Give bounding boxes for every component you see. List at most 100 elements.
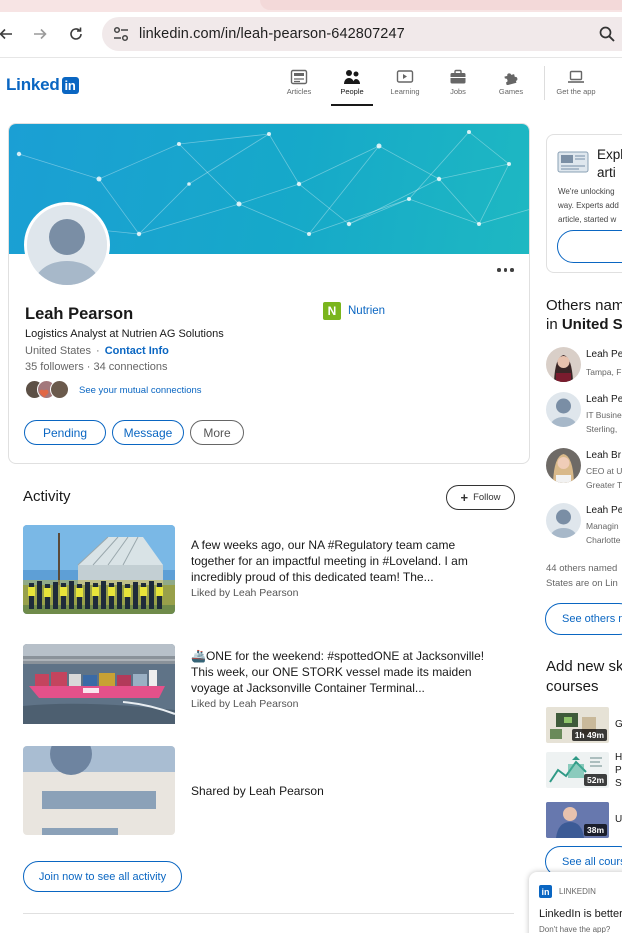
mutual-avatars: [25, 380, 77, 400]
person-card[interactable]: Leah Br CEO at U Greater T: [546, 448, 622, 490]
puzzle-icon: [504, 73, 518, 85]
nav-learning[interactable]: Learning: [377, 66, 433, 106]
others-note-line1: 44 others named: [546, 563, 618, 574]
course-thumbnail: 1h 49m: [546, 707, 609, 743]
course-duration: 1h 49m: [571, 729, 607, 741]
profile-card: Leah Pearson Logistics Analyst at Nutrie…: [8, 123, 530, 464]
active-tab-edge[interactable]: [260, 0, 622, 10]
article-illustration-icon: [557, 151, 589, 173]
current-company[interactable]: N Nutrien: [323, 302, 385, 320]
person-name: Leah Pe: [586, 349, 622, 360]
mutual-connections-link[interactable]: See your mutual connections: [79, 385, 202, 396]
nav-get-app[interactable]: Get the app: [548, 66, 604, 106]
browser-tab-strip: [0, 0, 622, 12]
more-actions-icon[interactable]: [497, 264, 517, 276]
tune-icon[interactable]: [112, 25, 130, 43]
nav-people[interactable]: People: [331, 66, 373, 106]
post-text[interactable]: A few weeks ago, our NA #Regulatory team…: [191, 537, 501, 585]
avatar: [546, 503, 581, 538]
laptop-icon: [568, 70, 584, 83]
team-photo-image: [23, 525, 175, 614]
ship-photo-image: [23, 644, 175, 724]
placeholder-image: [23, 746, 175, 835]
nav-articles[interactable]: Articles: [271, 66, 327, 106]
person-headline: IT Busine: [586, 410, 622, 420]
contact-info-link[interactable]: Contact Info: [105, 345, 169, 357]
articles-icon: [290, 69, 308, 85]
toast-subtext: Don't have the app?: [539, 925, 611, 933]
get-app-toast[interactable]: in LINKEDIN LinkedIn is better Don't hav…: [529, 872, 622, 933]
profile-location: United States: [25, 345, 92, 357]
heart-icon: [39, 389, 49, 398]
post-image-placeholder[interactable]: [23, 746, 175, 835]
linkedin-header: Linked in Articles People Learning Jobs G…: [0, 58, 622, 106]
linkedin-logo[interactable]: Linked in: [6, 75, 79, 95]
person-name: Leah Br: [586, 450, 622, 461]
post-liked-by: Liked by Leah Pearson: [191, 587, 299, 599]
browser-toolbar: linkedin.com/in/leah-pearson-642807247: [0, 12, 622, 58]
back-button[interactable]: [0, 22, 18, 46]
arrow-left-icon: [0, 28, 12, 40]
course-item[interactable]: 38m U: [546, 802, 622, 838]
post-image-ship[interactable]: [23, 644, 175, 733]
course-title: G: [615, 719, 622, 730]
more-button[interactable]: More: [190, 420, 244, 445]
logo-wordmark: Linked: [6, 75, 60, 94]
people-icon: [344, 70, 360, 84]
follower-count: 35 followers: [25, 361, 84, 373]
avatar: [546, 448, 581, 483]
nav-games[interactable]: Games: [483, 66, 539, 106]
profile-name: Leah Pearson: [25, 305, 134, 323]
courses-heading-line2: courses: [546, 678, 599, 695]
profile-headline: Logistics Analyst at Nutrien AG Solution…: [25, 328, 224, 340]
person-location: Sterling,: [586, 424, 618, 434]
arrow-right-icon: [34, 28, 47, 40]
course-item[interactable]: 1h 49m G: [546, 707, 622, 743]
explore-button[interactable]: [557, 230, 622, 263]
person-headline: CEO at U: [586, 466, 622, 476]
person-name: Leah Pe: [586, 505, 622, 516]
separator: ·: [96, 345, 100, 357]
see-others-button[interactable]: See others n: [545, 603, 622, 635]
company-name[interactable]: Nutrien: [348, 305, 385, 317]
follow-label: Follow: [473, 492, 501, 503]
magnifier-icon[interactable]: [598, 25, 616, 43]
nav-label: Games: [498, 87, 524, 96]
explore-articles-card: Expl arti We're unlocking way. Experts a…: [546, 134, 622, 273]
activity-heading: Activity: [23, 488, 71, 505]
join-now-button[interactable]: Join now to see all activity: [23, 861, 182, 892]
connection-count: 34 connections: [93, 361, 168, 373]
person-card[interactable]: Leah Pe Tampa, F: [546, 347, 622, 387]
avatar: [546, 347, 581, 382]
person-card[interactable]: Leah Pe Managin Charlotte: [546, 503, 622, 545]
nav-label: Learning: [390, 87, 420, 96]
courses-heading-line1: Add new sk: [546, 658, 622, 675]
others-heading-line1: Others nam: [546, 297, 622, 314]
address-bar[interactable]: linkedin.com/in/leah-pearson-642807247: [102, 17, 622, 51]
toast-message: LinkedIn is better: [539, 908, 622, 920]
person-location: Greater T: [586, 480, 622, 490]
others-named-heading: Others nam in United S: [546, 296, 622, 334]
course-duration: 52m: [583, 774, 607, 786]
profile-avatar[interactable]: [24, 202, 110, 288]
profile-followers-row: 35 followers · 34 connections: [25, 361, 168, 373]
reload-button[interactable]: [64, 22, 88, 46]
others-count-note: 44 others named States are on Lin: [546, 561, 618, 591]
mutual-connections[interactable]: See your mutual connections: [25, 380, 202, 400]
nav-jobs[interactable]: Jobs: [430, 66, 486, 106]
message-button[interactable]: Message: [112, 420, 184, 445]
post-text[interactable]: 🚢ONE for the weekend: #spottedONE at Jac…: [191, 648, 501, 696]
post-image-team-photo[interactable]: [23, 525, 175, 614]
course-item[interactable]: 52m H P Sy: [546, 752, 622, 789]
others-heading-prefix: in: [546, 316, 562, 333]
pending-button[interactable]: Pending: [24, 420, 106, 445]
default-person-icon: [27, 205, 107, 285]
learning-icon: [396, 70, 414, 83]
person-card[interactable]: Leah Pe IT Busine Sterling,: [546, 392, 622, 434]
follow-button[interactable]: + Follow: [446, 485, 515, 510]
course-thumbnail: 52m: [546, 752, 609, 788]
nav-label: People: [340, 87, 364, 96]
url-text[interactable]: linkedin.com/in/leah-pearson-642807247: [139, 26, 405, 42]
forward-button[interactable]: [28, 22, 52, 46]
briefcase-icon: [450, 69, 466, 84]
